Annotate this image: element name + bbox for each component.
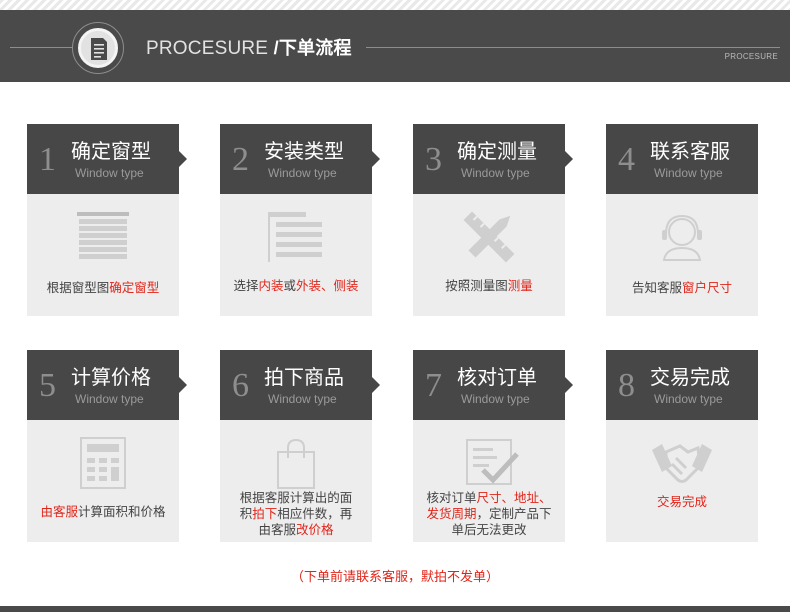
- header-small-tag: PROCESURE: [724, 52, 778, 61]
- step-card-head: 7 核对订单 Window type: [413, 350, 573, 420]
- step-card-head: 3 确定测量 Window type: [413, 124, 573, 194]
- header-badge: [78, 28, 118, 68]
- step-description: 根据客服计算出的面积拍下相应件数，再由客服改价格: [239, 491, 353, 537]
- step-subtitle: Window type: [654, 392, 723, 406]
- arrow-right-icon: [565, 151, 573, 167]
- step-description: 选择内装或外装、侧装: [233, 279, 359, 293]
- arrow-right-icon: [372, 377, 380, 393]
- step-subtitle: Window type: [268, 166, 337, 180]
- step-subtitle: Window type: [654, 166, 723, 180]
- step-description: 根据窗型图确定窗型: [46, 281, 160, 295]
- step-name: 确定窗型: [71, 141, 151, 163]
- step-card-2: 2 安装类型 Window type 选择内装或外装、侧装: [220, 124, 380, 316]
- step-card-8: 8 交易完成 Window type 交易完成: [606, 350, 758, 542]
- step-name: 核对订单: [457, 367, 537, 389]
- step-subtitle: Window type: [268, 392, 337, 406]
- step-card-head: 5 计算价格 Window type: [27, 350, 187, 420]
- page-title-en: PROCESURE: [146, 38, 269, 59]
- arrow-right-icon: [372, 151, 380, 167]
- header-line-left: [10, 47, 72, 48]
- step-name: 计算价格: [71, 367, 151, 389]
- step-description: 告知客服窗户尺寸: [631, 281, 733, 295]
- arrow-right-icon: [179, 151, 187, 167]
- step-subtitle: Window type: [75, 392, 144, 406]
- step-card-1: 1 确定窗型 Window type 根据窗型图确定窗型: [27, 124, 187, 316]
- handshake-icon: [652, 444, 712, 483]
- step-number: 3: [425, 141, 442, 178]
- checklist-icon: [466, 439, 519, 485]
- step-number: 7: [425, 367, 442, 404]
- shopping-bag-icon: [277, 438, 315, 489]
- step-subtitle: Window type: [75, 166, 144, 180]
- page-title-cn: /下单流程: [273, 38, 352, 58]
- headset-icon: [662, 214, 702, 261]
- step-number: 2: [232, 141, 249, 178]
- step-card-head: 4 联系客服 Window type: [606, 124, 758, 194]
- step-number: 8: [618, 367, 635, 404]
- step-subtitle: Window type: [461, 392, 530, 406]
- list-icon: [268, 212, 322, 262]
- page-title: PROCESURE /下单流程: [146, 34, 352, 60]
- step-description: 交易完成: [656, 495, 707, 509]
- step-name: 交易完成: [650, 367, 730, 389]
- bottom-bar: [0, 606, 790, 612]
- step-card-head: 2 安装类型 Window type: [220, 124, 380, 194]
- blinds-icon: [77, 212, 129, 259]
- header-banner: PROCESURE /下单流程 PROCESURE: [0, 10, 790, 82]
- step-card-head: 1 确定窗型 Window type: [27, 124, 187, 194]
- step-subtitle: Window type: [461, 166, 530, 180]
- arrow-right-icon: [179, 377, 187, 393]
- step-number: 1: [39, 141, 56, 178]
- document-icon: [91, 38, 107, 60]
- step-card-3: 3 确定测量 Window type 按照测量图测量: [413, 124, 573, 316]
- step-number: 4: [618, 141, 635, 178]
- step-description: 核对订单尺寸、地址、发货周期，定制产品下单后无法更改: [426, 491, 552, 537]
- step-name: 联系客服: [650, 141, 730, 163]
- step-card-6: 6 拍下商品 Window type 根据客服计算出的面积拍下相应件数，再由客服…: [220, 350, 380, 542]
- step-name: 拍下商品: [264, 367, 344, 389]
- header-line-right: [366, 47, 780, 48]
- ruler-pencil-icon: [463, 211, 515, 263]
- step-name: 安装类型: [264, 141, 344, 163]
- step-card-7: 7 核对订单 Window type 核对订单尺寸、地址、发货周期，定制产品下单…: [413, 350, 573, 542]
- step-description: 按照测量图测量: [445, 279, 533, 293]
- step-name: 确定测量: [457, 141, 537, 163]
- step-number: 5: [39, 367, 56, 404]
- footer-note: （下单前请联系客服，默拍不发单）: [290, 569, 499, 584]
- step-description: 由客服计算面积和价格: [40, 505, 166, 519]
- step-card-head: 6 拍下商品 Window type: [220, 350, 380, 420]
- arrow-right-icon: [565, 377, 573, 393]
- calculator-icon: [80, 437, 126, 489]
- step-card-4: 4 联系客服 Window type 告知客服窗户尺寸: [606, 124, 758, 316]
- step-number: 6: [232, 367, 249, 404]
- step-card-5: 5 计算价格 Window type 由客服计算面积和价格: [27, 350, 187, 542]
- top-stripe: [0, 0, 790, 10]
- step-card-head: 8 交易完成 Window type: [606, 350, 758, 420]
